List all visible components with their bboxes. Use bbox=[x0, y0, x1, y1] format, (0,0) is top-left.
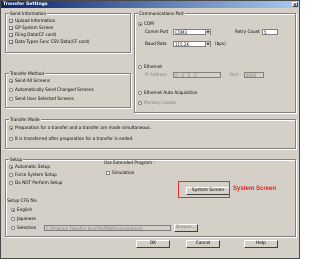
baud-unit-label: (bps) bbox=[215, 41, 226, 46]
simultaneous-transfer-radio[interactable]: Preparation for a transfer and a transfe… bbox=[9, 125, 151, 130]
setup-cfg-caption: Setup CFG file bbox=[7, 198, 37, 203]
send-information-group: Send Information ✓ Upload Information ✓ GP… bbox=[5, 11, 131, 53]
check-icon: ✓ bbox=[9, 19, 14, 24]
english-radio[interactable]: English bbox=[11, 207, 32, 212]
system-screen-highlight bbox=[178, 181, 230, 198]
setup-group: Setup Automatic Setup Force System Setup… bbox=[5, 157, 296, 237]
no-setup-radio[interactable]: Do NOT Perform Setup bbox=[9, 180, 62, 185]
memory-loader-radio[interactable]: Memory Loader bbox=[138, 100, 177, 105]
title-bar: Transfer Settings × bbox=[1, 1, 299, 8]
com-radio[interactable]: COM bbox=[138, 21, 154, 26]
transfer-method-group: Transfer Method Send All Screens Automat… bbox=[5, 71, 131, 108]
send-all-screens-radio[interactable]: Send All Screens bbox=[9, 78, 50, 83]
upload-information-checkbox[interactable]: ✓ Upload Information bbox=[9, 18, 55, 23]
transfer-after-preparation-radio[interactable]: It is transferred after preparation for … bbox=[9, 136, 134, 141]
ok-button[interactable]: OK bbox=[136, 240, 170, 248]
gp-system-screen-checkbox[interactable]: ✓ GP System Screen bbox=[9, 25, 53, 30]
check-icon: ✓ bbox=[9, 26, 14, 31]
chevron-down-icon: ▼ bbox=[205, 30, 210, 35]
baud-rate-select[interactable]: 115.2K ▼ bbox=[173, 41, 211, 47]
filing-data-checkbox[interactable]: ✓ Filing Data(CF card) bbox=[9, 32, 56, 37]
check-icon: ✓ bbox=[9, 33, 14, 38]
ip-address-label: IP Address bbox=[145, 72, 167, 77]
system-screen-annotation: System Screen bbox=[233, 186, 277, 192]
auto-send-changed-radio[interactable]: Automatically Send Changed Screens bbox=[9, 87, 94, 92]
setup-caption: Setup bbox=[9, 157, 24, 162]
chevron-down-icon: ▼ bbox=[205, 42, 210, 47]
send-information-caption: Send Information bbox=[9, 11, 48, 16]
japanese-radio[interactable]: Japanese bbox=[11, 216, 36, 221]
check-icon: ✓ bbox=[9, 40, 14, 45]
port-field[interactable]: 8000 bbox=[244, 72, 264, 78]
transfer-mode-caption: Transfer Mode bbox=[9, 117, 41, 122]
simulation-checkbox[interactable]: Simulation bbox=[106, 170, 134, 175]
retry-count-stepper[interactable]: 5 bbox=[262, 29, 278, 35]
ip-address-field[interactable]: 0 . 0 . 0 . 0 bbox=[173, 72, 221, 78]
communications-port-group: Communications Port COM Comm Port COM3 ▼ … bbox=[134, 11, 296, 113]
send-user-selected-radio[interactable]: Send User Selected Screens bbox=[9, 96, 74, 101]
data-types-csv-checkbox[interactable]: ✓ Data Types Func CSV Data(CF card) bbox=[9, 39, 89, 44]
window-title: Transfer Settings bbox=[3, 2, 48, 7]
transfer-settings-dialog: Transfer Settings × Send Information ✓ Up… bbox=[0, 0, 300, 259]
retry-count-label: Retry Count bbox=[235, 29, 260, 34]
use-extended-program-label: Use Extended Program : bbox=[104, 160, 155, 165]
cfg-path-field[interactable]: C:\Program Files\Pro-face\ProPBWin\sysda… bbox=[44, 225, 171, 231]
baud-rate-label: Baud Rate bbox=[145, 41, 167, 46]
browse-button[interactable]: Browse... bbox=[174, 224, 198, 232]
help-button[interactable]: Help bbox=[244, 240, 278, 248]
communications-port-caption: Communications Port bbox=[138, 11, 185, 16]
selection-radio[interactable]: Selection bbox=[11, 225, 36, 230]
automatic-setup-radio[interactable]: Automatic Setup bbox=[9, 164, 50, 169]
comm-port-select[interactable]: COM3 ▼ bbox=[173, 29, 211, 35]
ethernet-auto-radio[interactable]: Ethernet Auto Acquisition bbox=[138, 90, 197, 95]
transfer-method-caption: Transfer Method bbox=[9, 71, 45, 76]
ethernet-radio[interactable]: Ethernet bbox=[138, 64, 162, 69]
cancel-button[interactable]: Cancel bbox=[186, 240, 220, 248]
transfer-mode-group: Transfer Mode Preparation for a transfer… bbox=[5, 117, 296, 149]
force-system-setup-radio[interactable]: Force System Setup bbox=[9, 172, 57, 177]
comm-port-label: Comm Port bbox=[145, 29, 169, 34]
close-button[interactable]: × bbox=[292, 2, 298, 8]
port-label: Port bbox=[230, 72, 239, 77]
